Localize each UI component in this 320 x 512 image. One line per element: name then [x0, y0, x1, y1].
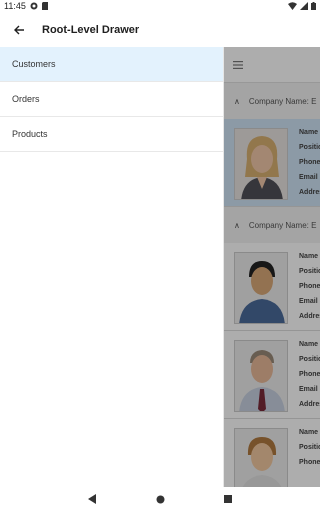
sd-card-icon: [42, 2, 48, 10]
nav-back-button[interactable]: [86, 493, 98, 505]
square-recents-icon: [224, 495, 232, 503]
sync-icon: [30, 2, 38, 10]
nav-recents-button[interactable]: [222, 493, 234, 505]
drawer-item-label: Orders: [12, 94, 40, 104]
navigation-drawer: Customers Orders Products: [0, 47, 224, 487]
app-bar: Root-Level Drawer: [0, 12, 320, 47]
wifi-icon: [288, 2, 297, 10]
nav-home-button[interactable]: [154, 493, 166, 505]
status-time: 11:45: [4, 1, 26, 11]
signal-icon: [300, 2, 308, 10]
drawer-item-customers[interactable]: Customers: [0, 47, 223, 82]
drawer-item-orders[interactable]: Orders: [0, 82, 223, 117]
status-bar: 11:45: [0, 0, 320, 12]
drawer-item-label: Customers: [12, 59, 56, 69]
drawer-item-label: Products: [12, 129, 48, 139]
page-title: Root-Level Drawer: [42, 23, 140, 36]
arrow-back-icon: [14, 25, 24, 34]
circle-home-icon: [156, 495, 164, 503]
back-button[interactable]: [2, 12, 36, 47]
drawer-scrim[interactable]: [224, 47, 320, 487]
drawer-item-products[interactable]: Products: [0, 117, 223, 152]
triangle-back-icon: [87, 494, 96, 504]
battery-icon: [311, 2, 316, 10]
system-nav-bar: [0, 487, 320, 512]
